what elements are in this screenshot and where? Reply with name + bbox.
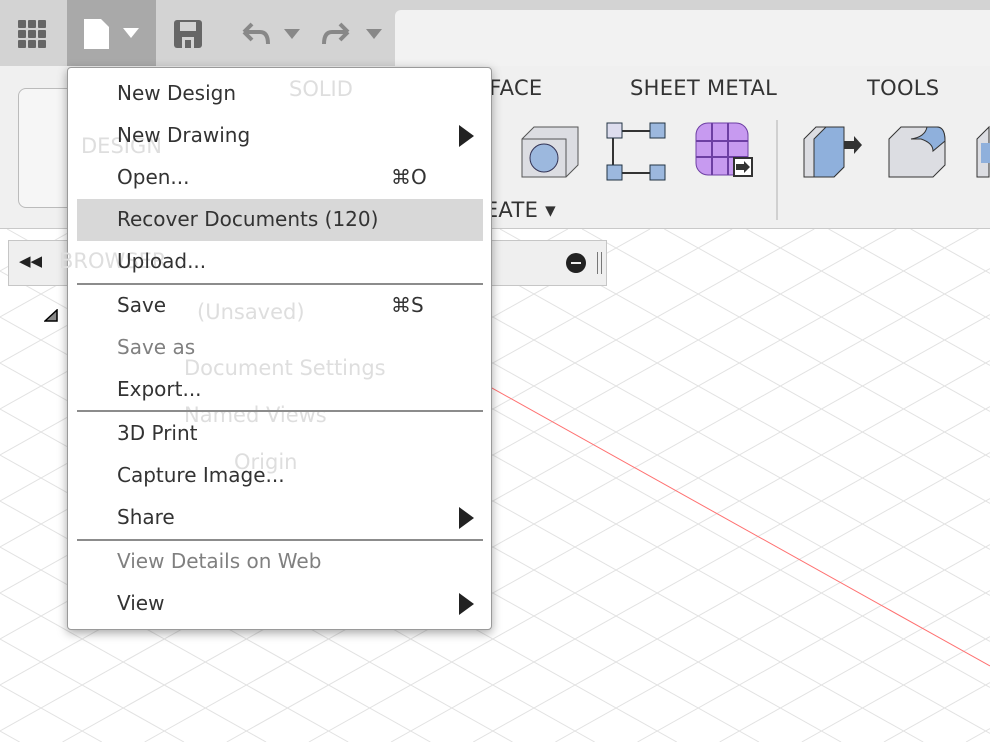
file-menu: SOLID DESIGN BROWSER (Unsaved) Document … [59, 67, 492, 630]
grid-line [472, 452, 990, 742]
shortcut-label: ⌘S [391, 293, 424, 317]
menu-item-3d-print[interactable]: 3D Print [77, 413, 483, 455]
chevron-down-icon [123, 28, 139, 38]
grid-line [910, 229, 990, 274]
flange-network-icon[interactable] [605, 121, 670, 183]
press-pull-icon[interactable] [802, 121, 864, 183]
apps-grid-icon[interactable] [18, 20, 46, 48]
tab-sheet-metal[interactable]: SHEET METAL [630, 76, 777, 100]
grid-line [581, 229, 990, 458]
menu-item-label: Export... [117, 377, 202, 401]
menu-item-label: 3D Print [117, 421, 198, 445]
grid-line [719, 590, 990, 742]
grid-line [828, 229, 990, 320]
menu-item-label: Upload... [117, 249, 207, 273]
shortcut-label: ⌘O [391, 165, 427, 189]
menu-item-view-details-on-web: View Details on Web [77, 541, 483, 583]
grid-line [746, 229, 990, 366]
toolbar-divider [776, 120, 778, 220]
menu-item-new-design[interactable]: New Design [77, 73, 483, 115]
menu-item-label: View Details on Web [117, 549, 322, 573]
floppy-disk-icon[interactable] [173, 19, 203, 49]
grid-line [555, 498, 990, 742]
panel-resize-handle[interactable] [597, 252, 602, 274]
menu-item-label: Capture Image... [117, 463, 285, 487]
chamfer-icon[interactable] [975, 121, 990, 183]
convert-to-form-icon[interactable] [694, 121, 756, 183]
document-icon [84, 19, 139, 49]
menu-item-label: View [117, 591, 165, 615]
expand-triangle-icon[interactable] [44, 309, 60, 323]
undo-dropdown-icon [284, 29, 300, 39]
menu-item-new-drawing[interactable]: New Drawing [77, 115, 483, 157]
toolbar-tab-area [395, 10, 990, 66]
menu-item-label: New Drawing [117, 123, 251, 147]
minus-circle-icon[interactable] [566, 253, 586, 273]
collapse-icon[interactable]: ◀◀ [19, 252, 42, 270]
submenu-arrow-icon [459, 593, 474, 615]
file-menu-button[interactable] [67, 0, 156, 66]
hole-icon[interactable] [520, 121, 582, 181]
undo-redo-group[interactable] [238, 20, 388, 50]
grid-line [664, 229, 990, 412]
grid-line [0, 684, 103, 742]
grid-line [0, 638, 185, 742]
submenu-arrow-icon [459, 507, 474, 529]
menu-item-label: Recover Documents (120) [117, 207, 379, 231]
menu-item-capture-image[interactable]: Capture Image... [77, 455, 483, 497]
menu-item-share[interactable]: Share [77, 497, 483, 539]
x-axis-line [439, 358, 990, 667]
menu-item-label: Save as [117, 335, 196, 359]
menu-item-recover-documents[interactable]: Recover Documents (120) [77, 199, 483, 241]
tab-tools[interactable]: TOOLS [867, 76, 939, 100]
menu-item-save[interactable]: Save ⌘S [77, 285, 483, 327]
menu-separator [77, 410, 483, 412]
redo-icon [322, 22, 350, 45]
menu-item-save-as: Save as [77, 327, 483, 369]
grid-line [0, 730, 20, 742]
menu-item-upload[interactable]: Upload... [77, 241, 483, 283]
menu-item-label: Share [117, 505, 175, 529]
menu-item-label: Open... [117, 165, 190, 189]
menu-item-view[interactable]: View [77, 583, 483, 625]
grid-line [965, 728, 990, 742]
menu-item-label: Save [117, 293, 167, 317]
menu-item-export[interactable]: Export... [77, 369, 483, 411]
submenu-arrow-icon [459, 125, 474, 147]
grid-line [883, 682, 990, 742]
undo-icon [242, 22, 270, 45]
fillet-icon[interactable] [887, 121, 949, 183]
menu-item-label: New Design [117, 81, 237, 105]
menu-item-open[interactable]: Open... ⌘O [77, 157, 483, 199]
redo-dropdown-icon [366, 29, 382, 39]
